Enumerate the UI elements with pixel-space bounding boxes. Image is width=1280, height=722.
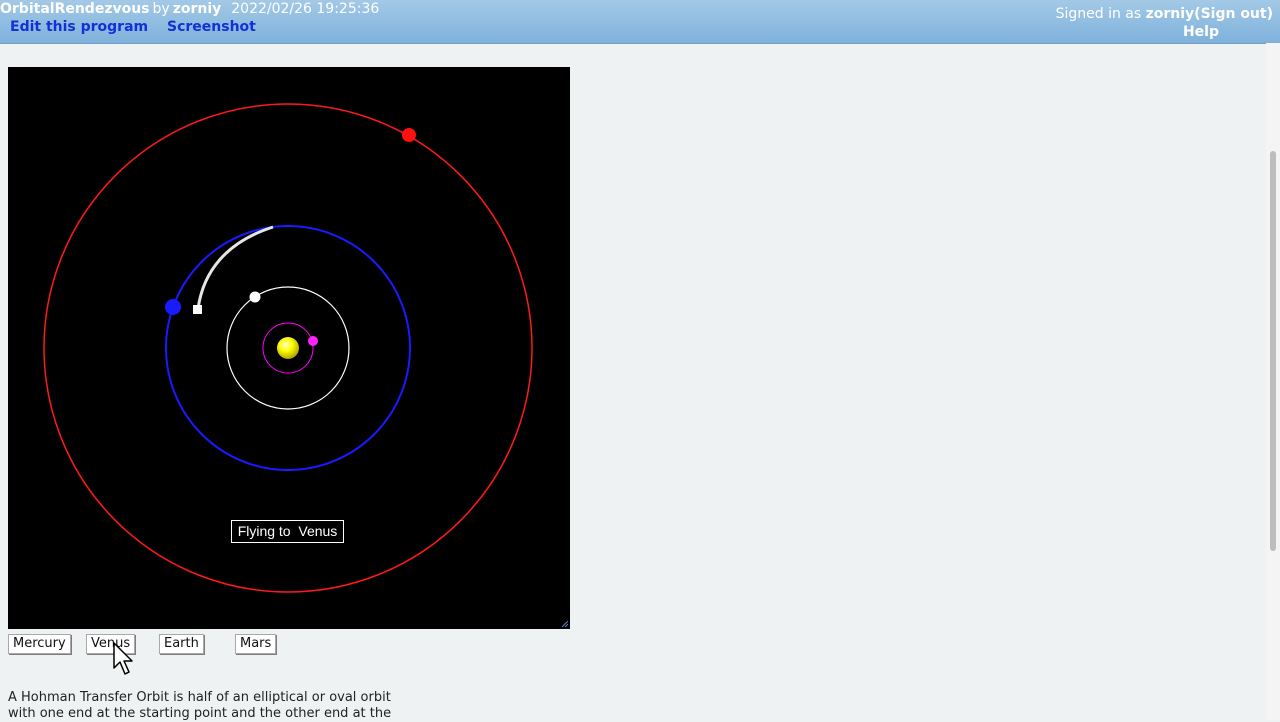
earth-planet [165,299,181,315]
page-header: OrbitalRendezvous by zorniy 2022/02/26 19:2… [0,0,1280,44]
description-line: A Hohman Transfer Orbit is half of an el… [8,690,391,705]
mars-planet [402,128,416,142]
flying-status-label: Flying to Venus [231,520,344,543]
help-link[interactable]: Help [1183,24,1219,40]
signin-status: Signed in as zorniy(Sign out) [1056,6,1273,22]
mouse-cursor-icon [113,642,133,675]
sign-out-link[interactable]: (Sign out) [1194,6,1273,22]
title-line: OrbitalRendezvous by zorniy 2022/02/26 19:2… [0,1,379,17]
signed-in-prefix: Signed in as [1055,6,1142,22]
transfer-path [196,225,274,310]
simulation-canvas[interactable]: Flying to Venus [8,67,570,629]
description-text: A Hohman Transfer Orbit is half of an el… [8,690,448,722]
resize-grip-icon[interactable] [562,621,568,627]
by-text: by [152,1,170,17]
edit-program-link[interactable]: Edit this program [10,19,148,35]
signed-in-user[interactable]: zorniy [1146,6,1195,22]
venus-planet [249,291,261,303]
header-links: Edit this program Screenshot [10,19,270,35]
program-name[interactable]: OrbitalRendezvous [0,1,150,17]
mars-button[interactable]: Mars [235,634,277,654]
scrollbar-thumb[interactable] [1270,151,1276,551]
sun [277,337,299,359]
author-link[interactable]: zorniy [173,1,222,17]
orbit-drawing [43,103,533,593]
screenshot-link[interactable]: Screenshot [167,19,256,35]
page-scrollbar[interactable] [1266,43,1280,720]
mercury-planet [308,336,318,346]
earth-button[interactable]: Earth [159,634,204,654]
mercury-button[interactable]: Mercury [8,634,71,654]
spacecraft [193,305,202,314]
timestamp: 2022/02/26 19:25:36 [231,1,380,17]
